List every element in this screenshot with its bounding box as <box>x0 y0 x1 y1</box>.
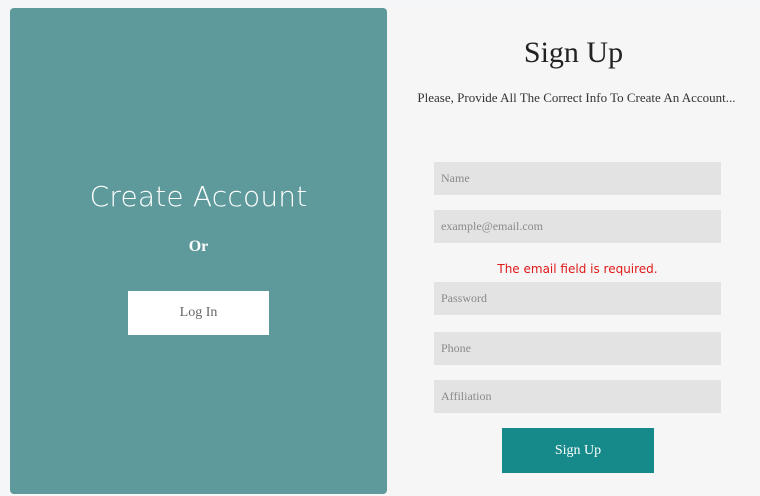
email-error-message: The email field is required. <box>497 262 658 276</box>
signup-form-panel: Sign Up Please, Provide All The Correct … <box>387 8 760 494</box>
signup-instructions: Please, Provide All The Correct Info To … <box>417 90 736 105</box>
or-divider-text: Or <box>188 238 209 255</box>
page: Create Account Or Log In Sign Up Please,… <box>0 0 760 496</box>
signup-heading: Sign Up <box>523 36 624 69</box>
create-account-panel: Create Account Or Log In <box>10 8 387 494</box>
name-field[interactable] <box>434 162 721 195</box>
affiliation-field[interactable] <box>434 380 721 413</box>
create-account-heading: Create Account <box>89 180 308 213</box>
phone-field[interactable] <box>434 332 721 365</box>
signup-button[interactable]: Sign Up <box>502 428 654 473</box>
login-button[interactable]: Log In <box>128 291 269 335</box>
password-field[interactable] <box>434 282 721 315</box>
email-field[interactable] <box>434 210 721 243</box>
